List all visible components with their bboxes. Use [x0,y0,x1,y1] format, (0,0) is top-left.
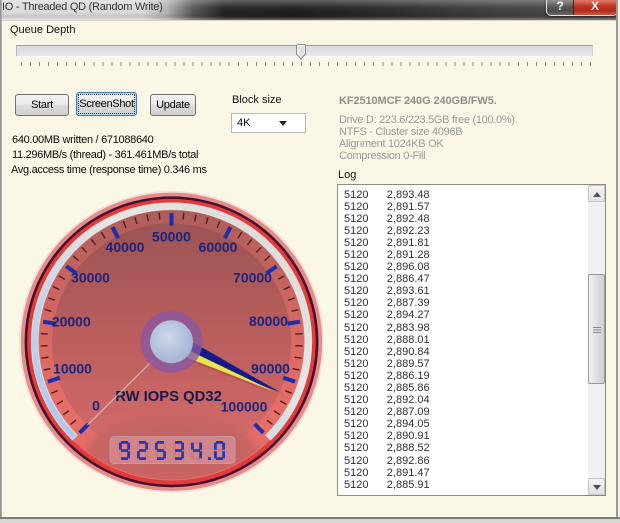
svg-text:RW IOPS QD32: RW IOPS QD32 [115,389,222,405]
svg-text:30000: 30000 [71,270,110,286]
svg-text:60000: 60000 [199,239,238,255]
svg-text:0: 0 [92,398,100,414]
svg-text:70000: 70000 [233,270,272,286]
svg-text:50000: 50000 [152,229,191,245]
svg-text:90000: 90000 [251,361,290,377]
svg-text:20000: 20000 [52,313,91,329]
svg-text:10000: 10000 [53,361,92,377]
svg-text:80000: 80000 [249,313,288,329]
svg-text:40000: 40000 [106,239,145,255]
svg-text:100000: 100000 [221,399,268,415]
